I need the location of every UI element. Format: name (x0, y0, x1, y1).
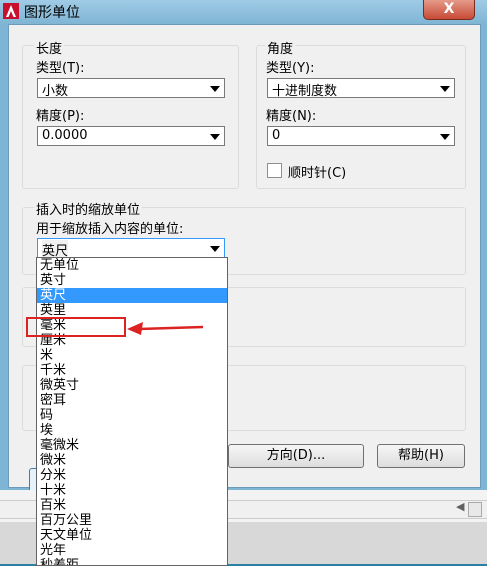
scrollbar-thumb[interactable] (468, 502, 482, 517)
angle-group-label: 角度 (265, 38, 296, 57)
dropdown-option[interactable]: 码 (37, 408, 227, 423)
window-title: 图形单位 (24, 5, 80, 21)
angle-precision-value: 0 (272, 128, 281, 143)
length-type-label: 类型(T): (36, 61, 85, 76)
dropdown-option[interactable]: 分米 (37, 468, 227, 483)
chevron-down-icon (440, 86, 450, 92)
insertion-group-label: 插入时的缩放单位 (34, 199, 143, 218)
angle-type-value: 十进制度数 (272, 84, 338, 99)
dropdown-option[interactable]: 千米 (37, 363, 227, 378)
insertion-units-dropdown-list[interactable]: 无单位 英寸 英尺 英里 毫米 厘米米千米 微英寸 密耳码埃毫微米 微米 分米 十米 百米 百万公里 天文… (36, 257, 228, 566)
close-button[interactable]: X (423, 0, 475, 20)
dropdown-option[interactable]: 十米 (37, 483, 227, 498)
angle-type-select[interactable]: 十进制度数 (267, 78, 455, 99)
insertion-sub-label: 用于缩放插入内容的单位: (36, 222, 184, 237)
length-precision-label: 精度(P): (36, 109, 85, 124)
annotation-arrow-icon (127, 322, 204, 335)
dropdown-option[interactable]: 英里 (37, 303, 227, 318)
length-precision-value: 0.0000 (42, 128, 88, 143)
dropdown-option[interactable]: 米 (37, 348, 227, 363)
dropdown-option[interactable]: 无单位 (37, 258, 227, 273)
title-bar[interactable]: 图形单位 X (0, 0, 487, 24)
angle-precision-label: 精度(N): (266, 109, 317, 124)
direction-button[interactable]: 方向(D)... (228, 444, 364, 468)
dropdown-option[interactable]: 微米 (37, 453, 227, 468)
dropdown-option[interactable]: 密耳 (37, 393, 227, 408)
dropdown-option[interactable]: 百万公里 (37, 513, 227, 528)
dropdown-option[interactable]: 微英寸 (37, 378, 227, 393)
annotation-highlight-box (26, 317, 126, 337)
dropdown-option[interactable]: 英寸 (37, 273, 227, 288)
chevron-down-icon (210, 246, 220, 252)
dropdown-option[interactable]: 秒差距 (37, 558, 227, 565)
dropdown-option[interactable]: 毫微米 (37, 438, 227, 453)
autocad-app-icon (3, 3, 19, 19)
chevron-down-icon (440, 134, 450, 140)
help-button[interactable]: 帮助(H) (377, 444, 465, 468)
dropdown-option[interactable]: 埃 (37, 423, 227, 438)
dropdown-option[interactable]: 百米 (37, 498, 227, 513)
dropdown-option[interactable]: 天文单位 (37, 528, 227, 543)
scroll-left-icon[interactable]: ◀ (456, 500, 464, 513)
length-type-select[interactable]: 小数 (37, 78, 225, 99)
dropdown-option[interactable]: 光年 (37, 543, 227, 558)
length-precision-select[interactable]: 0.0000 (37, 126, 225, 146)
angle-type-label: 类型(Y): (266, 61, 315, 76)
insertion-units-select[interactable]: 英尺 (37, 238, 225, 259)
length-group-label: 长度 (34, 38, 65, 57)
chevron-down-icon (210, 86, 220, 92)
clockwise-checkbox[interactable] (267, 163, 282, 178)
chevron-down-icon (210, 134, 220, 140)
dropdown-option[interactable]: 英尺 (37, 288, 227, 303)
length-type-value: 小数 (42, 84, 69, 99)
clockwise-label[interactable]: 顺时针(C) (288, 162, 346, 181)
angle-precision-select[interactable]: 0 (267, 126, 455, 146)
